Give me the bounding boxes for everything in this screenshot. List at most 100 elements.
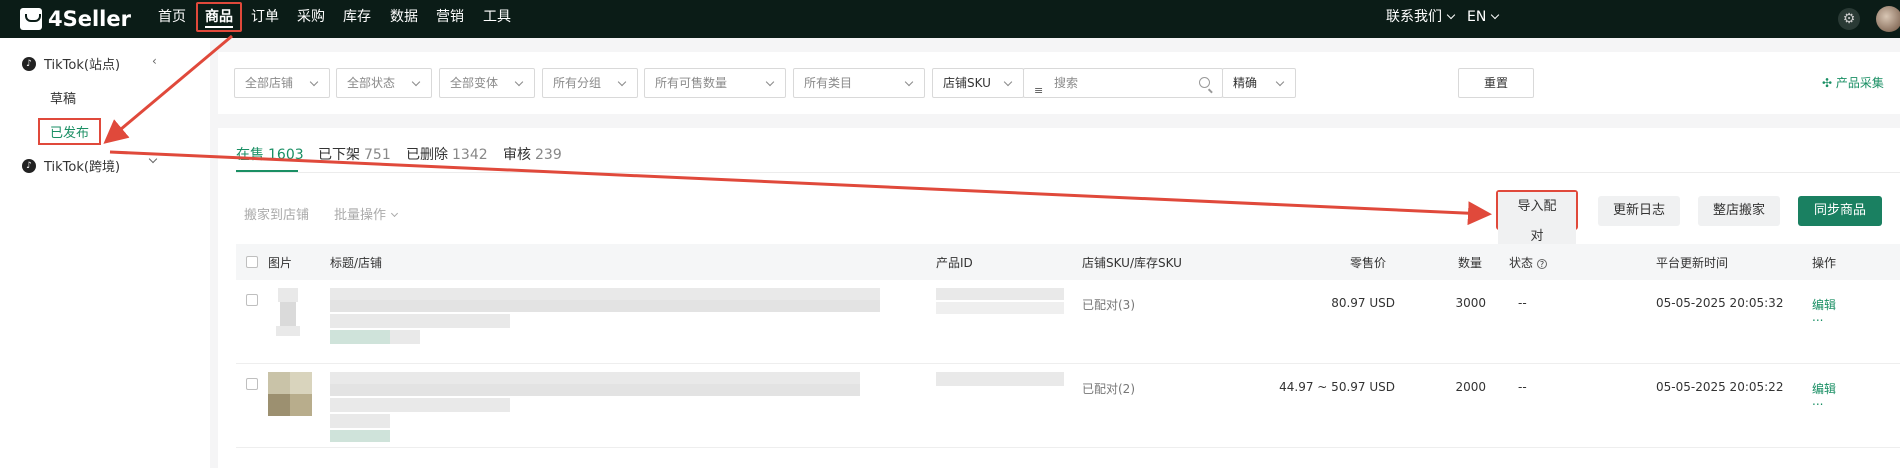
tab-divider: [236, 172, 1900, 173]
top-nav-bar: 4Seller 首页 商品 订单 采购 库存 数据 营销 工具 联系我们 EN …: [0, 0, 1900, 38]
sidebar: ♪ TikTok(站点) ‹ 草稿 已发布 ♪ TikTok(跨境): [0, 38, 210, 468]
nav-orders[interactable]: 订单: [251, 0, 279, 38]
retail-price: 80.97 USD: [1331, 296, 1395, 310]
batch-actions-menu[interactable]: 批量操作: [334, 204, 399, 223]
sidebar-item-draft[interactable]: 草稿: [50, 88, 76, 107]
sidebar-group-tiktok-site[interactable]: ♪ TikTok(站点): [22, 54, 120, 73]
tiktok-icon: ♪: [22, 158, 36, 173]
chevron-down-icon: [904, 77, 914, 87]
import-match-button[interactable]: 导入配对: [1496, 190, 1578, 252]
nav-home[interactable]: 首页: [158, 0, 186, 38]
product-collect-label: 产品采集: [1835, 76, 1884, 90]
group-filter[interactable]: 所有分组: [542, 68, 638, 98]
retail-price: 44.97 ~ 50.97 USD: [1279, 380, 1395, 394]
more-actions[interactable]: ...: [1812, 394, 1823, 408]
table-header: 图片 标题/店铺 产品ID 店铺SKU/库存SKU 零售价 数量 状态? 平台更…: [236, 244, 1900, 280]
nav-marketing[interactable]: 营销: [436, 0, 464, 38]
chevron-down-icon: [1491, 10, 1500, 20]
tab-label: 审核: [503, 147, 531, 163]
contact-us-menu[interactable]: 联系我们: [1386, 0, 1456, 38]
col-status: 状态?: [1509, 254, 1548, 271]
whole-store-move-button[interactable]: 整店搬家: [1698, 196, 1780, 226]
help-icon[interactable]: ?: [1537, 259, 1548, 269]
tiktok-icon: ♪: [22, 56, 36, 71]
chevron-down-icon: [514, 77, 524, 87]
chevron-down-icon: [765, 77, 775, 87]
sellable-qty-filter-value: 所有可售数量: [655, 76, 728, 90]
col-action: 操作: [1812, 256, 1837, 270]
nav-inventory[interactable]: 库存: [343, 0, 371, 38]
reset-button[interactable]: 重置: [1458, 68, 1534, 98]
language-switcher[interactable]: EN: [1467, 0, 1500, 38]
match-mode-value: 精确: [1233, 76, 1258, 90]
sparkle-icon: ✣: [1822, 76, 1833, 90]
col-quantity: 数量: [1458, 256, 1483, 270]
update-log-button[interactable]: 更新日志: [1598, 196, 1680, 226]
product-collect-link[interactable]: ✣ 产品采集: [1822, 74, 1884, 91]
avatar[interactable]: [1876, 6, 1900, 32]
col-price: 零售价: [1350, 256, 1387, 270]
tab-on-sale[interactable]: 在售 1603: [236, 144, 304, 164]
sidebar-group-label: TikTok(站点): [44, 58, 121, 73]
match-mode-select[interactable]: 精确: [1222, 68, 1296, 98]
chevron-down-icon: [1275, 77, 1285, 87]
row-checkbox[interactable]: [246, 294, 258, 306]
variant-filter-value: 全部变体: [450, 76, 499, 90]
nav-products[interactable]: 商品: [196, 2, 242, 32]
sku-type-select[interactable]: 店铺SKU: [932, 68, 1024, 98]
status-value: --: [1518, 296, 1527, 310]
chevron-down-icon: [1003, 77, 1013, 87]
quantity: 2000: [1455, 380, 1486, 394]
chevron-down-icon: [1446, 10, 1456, 20]
category-filter[interactable]: 所有类目: [793, 68, 925, 98]
nav-products-label: 商品: [205, 9, 233, 28]
sku-type-value: 店铺SKU: [943, 76, 991, 90]
tab-label: 在售: [236, 147, 264, 163]
table-row: 已配对(2) 44.97 ~ 50.97 USD 2000 -- 05-05-2…: [236, 364, 1900, 448]
shopping-bag-icon: [20, 8, 42, 30]
tab-count: 751: [364, 147, 391, 163]
chevron-left-icon[interactable]: ‹: [152, 54, 157, 68]
batch-actions-label: 批量操作: [334, 208, 387, 223]
table-row: 已配对(3) 80.97 USD 3000 -- 05-05-2025 20:0…: [236, 280, 1900, 364]
nav-data[interactable]: 数据: [390, 0, 418, 38]
sku-match-status[interactable]: 已配对(3): [1082, 296, 1135, 313]
tab-delisted[interactable]: 已下架 751: [318, 144, 391, 164]
gear-icon[interactable]: ⚙: [1838, 8, 1860, 30]
move-to-store-button[interactable]: 搬家到店铺: [244, 204, 309, 223]
store-filter[interactable]: 全部店铺: [234, 68, 330, 98]
nav-tools[interactable]: 工具: [483, 0, 511, 38]
variant-filter[interactable]: 全部变体: [439, 68, 535, 98]
product-image[interactable]: [268, 372, 312, 416]
tab-label: 已删除: [406, 147, 448, 163]
status-filter[interactable]: 全部状态: [336, 68, 432, 98]
sidebar-group-tiktok-crossborder[interactable]: ♪ TikTok(跨境): [22, 156, 120, 175]
more-actions[interactable]: ...: [1812, 310, 1823, 324]
nav-purchase[interactable]: 采购: [297, 0, 325, 38]
select-all-checkbox[interactable]: [246, 256, 258, 268]
sku-match-status[interactable]: 已配对(2): [1082, 380, 1135, 397]
col-product-id: 产品ID: [936, 256, 973, 270]
search-input[interactable]: ≡ 搜索: [1023, 68, 1223, 98]
sync-products-button[interactable]: 同步商品: [1798, 196, 1882, 226]
col-image: 图片: [268, 256, 293, 270]
product-image[interactable]: [268, 288, 312, 336]
tab-review[interactable]: 审核 239: [503, 144, 562, 164]
sidebar-item-published[interactable]: 已发布: [38, 118, 102, 145]
row-checkbox[interactable]: [246, 378, 258, 390]
tab-count: 1342: [452, 147, 488, 163]
search-placeholder: 搜索: [1054, 76, 1079, 90]
product-list-panel: 在售 1603 已下架 751 已删除 1342 审核 239 搬家到店铺 批量操作 导…: [218, 128, 1900, 468]
sellable-qty-filter[interactable]: 所有可售数量: [644, 68, 786, 98]
category-filter-value: 所有类目: [804, 76, 853, 90]
contact-us-label: 联系我们: [1386, 9, 1442, 25]
tab-count: 1603: [268, 147, 304, 163]
chevron-down-icon: [309, 77, 319, 87]
chevron-down-icon[interactable]: [148, 154, 158, 168]
quantity: 3000: [1455, 296, 1486, 310]
logo[interactable]: 4Seller: [20, 4, 131, 34]
tab-deleted[interactable]: 已删除 1342: [406, 144, 488, 164]
tab-count: 239: [535, 147, 562, 163]
search-icon[interactable]: [1199, 77, 1210, 88]
updated-time: 05-05-2025 20:05:22: [1656, 380, 1784, 394]
